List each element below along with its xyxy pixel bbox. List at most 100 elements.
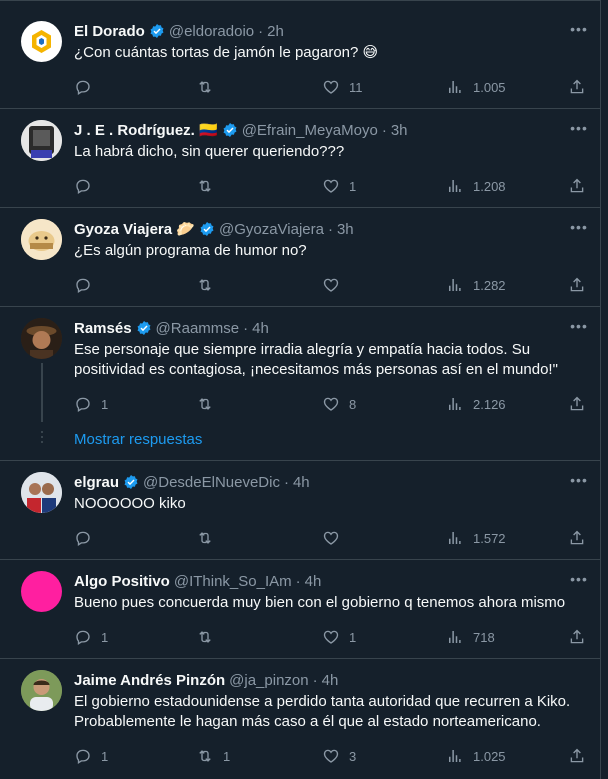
- share-button[interactable]: [568, 176, 586, 196]
- tweet[interactable]: El Dorado @eldoradoio · 2h ••• ¿Con cuán…: [0, 0, 600, 109]
- tweet[interactable]: J . E . Rodríguez. 🇨🇴 @Efrain_MeyaMoyo ·…: [0, 109, 600, 208]
- share-icon: [570, 396, 584, 411]
- tweet[interactable]: Gyoza Viajera 🥟 @GyozaViajera · 3h ••• ¿…: [0, 208, 600, 307]
- views-button[interactable]: 1.025: [446, 746, 506, 766]
- like-button[interactable]: [322, 528, 349, 548]
- view-count: 1.282: [473, 277, 506, 293]
- avatar[interactable]: [21, 670, 62, 711]
- timestamp[interactable]: 3h: [391, 122, 408, 139]
- share-button[interactable]: [568, 528, 586, 548]
- more-icon[interactable]: •••: [570, 319, 588, 339]
- retweet-icon: [199, 532, 211, 544]
- share-button[interactable]: [568, 746, 586, 766]
- views-button[interactable]: 2.126: [446, 394, 506, 414]
- share-button[interactable]: [568, 275, 586, 295]
- avatar[interactable]: [21, 472, 62, 513]
- retweet-button[interactable]: [196, 394, 223, 414]
- display-name[interactable]: El Dorado: [74, 23, 145, 40]
- views-button[interactable]: 1.572: [446, 528, 506, 548]
- tweet-actions: 1.572: [74, 528, 589, 548]
- user-handle[interactable]: @DesdeElNueveDic: [143, 474, 280, 491]
- reply-button[interactable]: 1: [74, 394, 108, 414]
- more-icon[interactable]: •••: [570, 473, 588, 493]
- avatar[interactable]: [21, 571, 62, 612]
- share-button[interactable]: [568, 394, 586, 414]
- share-button[interactable]: [568, 627, 586, 647]
- share-button[interactable]: [568, 77, 586, 97]
- views-button[interactable]: 1.208: [446, 176, 506, 196]
- heart-icon: [323, 397, 339, 411]
- more-icon[interactable]: •••: [570, 22, 588, 42]
- tweet[interactable]: Algo Positivo @IThink_So_IAm · 4h ••• Bu…: [0, 560, 600, 659]
- reply-button[interactable]: [74, 77, 101, 97]
- heart-icon: [323, 80, 339, 94]
- user-handle[interactable]: @eldoradoio: [169, 23, 254, 40]
- user-handle[interactable]: @Efrain_MeyaMoyo: [242, 122, 378, 139]
- view-count: 718: [473, 629, 495, 645]
- views-bar-icon: [449, 532, 461, 544]
- display-name[interactable]: elgrau: [74, 474, 119, 491]
- views-bar-icon: [449, 81, 461, 93]
- avatar[interactable]: [21, 21, 62, 62]
- more-icon[interactable]: •••: [570, 220, 588, 240]
- like-button[interactable]: 11: [322, 77, 363, 97]
- retweet-button[interactable]: [196, 275, 223, 295]
- heart-icon: [323, 278, 339, 292]
- reply-button[interactable]: 1: [74, 627, 108, 647]
- tweet-text: La habrá dicho, sin querer queriendo???: [74, 143, 345, 160]
- display-name[interactable]: J . E . Rodríguez. 🇨🇴: [74, 121, 218, 139]
- reply-button[interactable]: [74, 528, 101, 548]
- retweet-button[interactable]: [196, 528, 223, 548]
- verified-badge-icon: [123, 474, 139, 490]
- avatar[interactable]: [21, 318, 62, 359]
- views-bar-icon: [449, 750, 461, 762]
- reply-button[interactable]: 1: [74, 746, 108, 766]
- user-handle[interactable]: @Raammse: [156, 320, 240, 337]
- timestamp[interactable]: 4h: [293, 474, 310, 491]
- user-handle[interactable]: @ja_pinzon: [229, 672, 308, 689]
- display-name[interactable]: Ramsés: [74, 320, 132, 337]
- reply-button[interactable]: [74, 176, 101, 196]
- display-name[interactable]: Gyoza Viajera 🥟: [74, 220, 195, 238]
- display-name[interactable]: Algo Positivo: [74, 573, 170, 590]
- show-replies-link[interactable]: Mostrar respuestas: [74, 431, 202, 448]
- user-handle[interactable]: @GyozaViajera: [219, 221, 324, 238]
- more-icon[interactable]: •••: [570, 572, 588, 592]
- timestamp[interactable]: 3h: [337, 221, 354, 238]
- retweet-button[interactable]: [196, 627, 223, 647]
- tweet[interactable]: Jaime Andrés Pinzón @ja_pinzon · 4h El g…: [0, 659, 600, 779]
- like-button[interactable]: 3: [322, 746, 356, 766]
- timestamp[interactable]: 4h: [305, 573, 322, 590]
- views-button[interactable]: 1.005: [446, 77, 506, 97]
- reply-button[interactable]: [74, 275, 101, 295]
- like-button[interactable]: 8: [322, 394, 356, 414]
- retweet-icon: [199, 750, 211, 762]
- tweet[interactable]: elgrau @DesdeElNueveDic · 4h ••• NOOOOOO…: [0, 461, 600, 560]
- view-count: 1.025: [473, 748, 506, 764]
- like-button[interactable]: 1: [322, 176, 356, 196]
- retweet-button[interactable]: [196, 176, 223, 196]
- like-button[interactable]: 1: [322, 627, 356, 647]
- retweet-button[interactable]: 1: [196, 746, 230, 766]
- reply-icon: [76, 531, 90, 547]
- thread-line: [41, 363, 43, 422]
- timestamp[interactable]: 4h: [322, 672, 339, 689]
- retweet-button[interactable]: [196, 77, 223, 97]
- views-button[interactable]: 718: [446, 627, 495, 647]
- views-button[interactable]: 1.282: [446, 275, 506, 295]
- avatar[interactable]: [21, 219, 62, 260]
- views-bar-icon: [449, 279, 461, 291]
- display-name[interactable]: Jaime Andrés Pinzón: [74, 672, 225, 689]
- like-button[interactable]: [322, 275, 349, 295]
- more-icon[interactable]: •••: [570, 121, 588, 141]
- tweet-actions: 1 1 3 1.025: [74, 746, 589, 766]
- separator: ·: [312, 671, 318, 689]
- tweet[interactable]: Ramsés @Raammse · 4h ••• Ese personaje q…: [0, 307, 600, 461]
- verified-badge-icon: [199, 221, 215, 237]
- avatar[interactable]: [21, 120, 62, 161]
- user-handle[interactable]: @IThink_So_IAm: [174, 573, 292, 590]
- share-icon: [570, 530, 584, 545]
- timestamp[interactable]: 2h: [267, 23, 284, 40]
- tweet-text: ¿Con cuántas tortas de jamón le pagaron?…: [74, 44, 379, 61]
- timestamp[interactable]: 4h: [252, 320, 269, 337]
